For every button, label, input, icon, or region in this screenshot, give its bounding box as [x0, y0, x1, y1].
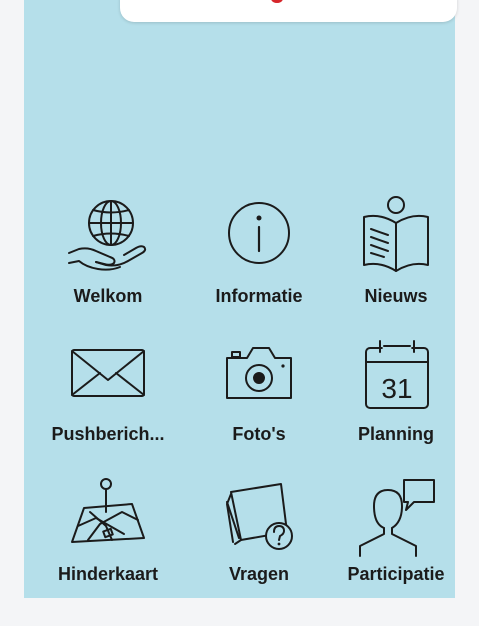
camera-icon	[226, 347, 292, 399]
tile-informatie[interactable]: Informatie	[199, 193, 319, 306]
tile-label-hinderkaart: Hinderkaart	[57, 564, 159, 584]
envelope-icon	[71, 349, 145, 397]
tile-label-vragen: Vragen	[228, 564, 290, 584]
tile-label-fotos: Foto's	[232, 424, 286, 444]
logo-card	[120, 0, 457, 22]
question-notes-icon	[226, 483, 293, 550]
tile-label-nieuws: Nieuws	[364, 286, 428, 306]
speech-person-icon	[359, 479, 435, 557]
info-icon	[228, 202, 290, 264]
tile-label-pushberichten: Pushberich...	[51, 424, 165, 444]
tile-hinderkaart[interactable]: Hinderkaart	[48, 476, 168, 584]
tile-label-welkom: Welkom	[73, 286, 143, 306]
tile-fotos[interactable]: Foto's	[199, 336, 319, 444]
tile-vragen[interactable]: Vragen	[199, 476, 319, 584]
tile-pushberichten[interactable]: Pushberich...	[48, 336, 168, 444]
globe-hand-icon	[68, 200, 147, 271]
map-pin-icon	[71, 478, 145, 543]
tile-planning[interactable]: 31 Planning	[336, 336, 456, 444]
calendar-day-text: 31	[381, 373, 412, 404]
logo-icon	[271, 0, 283, 3]
tile-label-participatie: Participatie	[347, 564, 445, 584]
tile-nieuws[interactable]: Nieuws	[336, 193, 456, 306]
menu-panel: Welkom Informatie Nieuws Pushberich... F…	[24, 0, 457, 598]
calendar-icon: 31	[365, 340, 429, 409]
tile-participatie[interactable]: Participatie	[336, 476, 456, 584]
tile-label-planning: Planning	[358, 424, 434, 444]
news-reader-icon	[363, 196, 429, 272]
tile-welkom[interactable]: Welkom	[48, 193, 168, 306]
tile-label-informatie: Informatie	[215, 286, 303, 306]
